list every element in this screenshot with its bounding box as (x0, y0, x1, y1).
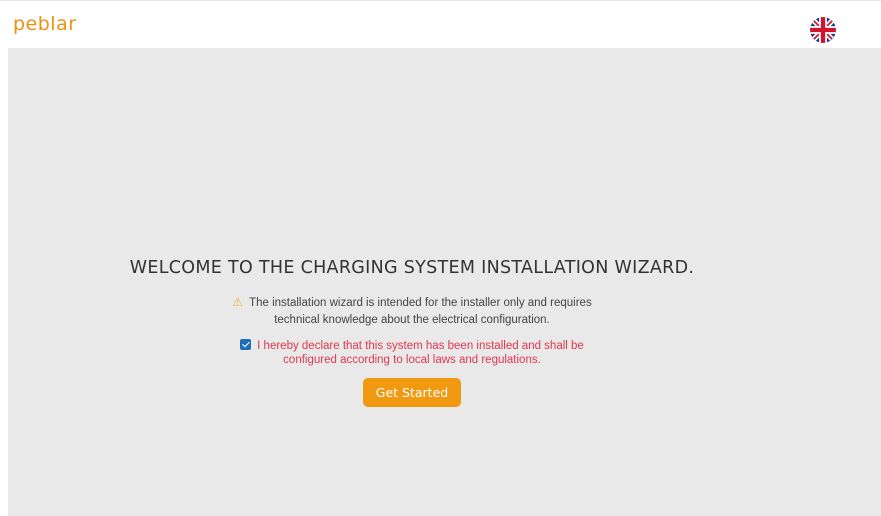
uk-flag-icon (810, 17, 836, 43)
installer-warning: ⚠ The installation wizard is intended for… (8, 294, 816, 329)
declaration-line-2[interactable]: configured according to local laws and r… (8, 353, 816, 367)
declaration-checkbox[interactable] (240, 339, 252, 350)
get-started-button[interactable]: Get Started (363, 378, 461, 407)
warning-icon: ⚠ (232, 295, 244, 309)
wizard-title: WELCOME TO THE CHARGING SYSTEM INSTALLAT… (129, 258, 695, 278)
top-bar: peblar (0, 0, 881, 48)
warning-line-1: ⚠ The installation wizard is intended for… (232, 295, 592, 309)
language-selector-button[interactable] (810, 17, 836, 43)
wizard-panel: WELCOME TO THE CHARGING SYSTEM INSTALLAT… (8, 48, 881, 516)
declaration-line-1: I hereby declare that this system has be… (8, 339, 816, 353)
installation-declaration: I hereby declare that this system has be… (8, 339, 816, 367)
peblar-logo[interactable]: peblar (13, 13, 77, 35)
warning-line-2: technical knowledge about the electrical… (274, 314, 550, 326)
